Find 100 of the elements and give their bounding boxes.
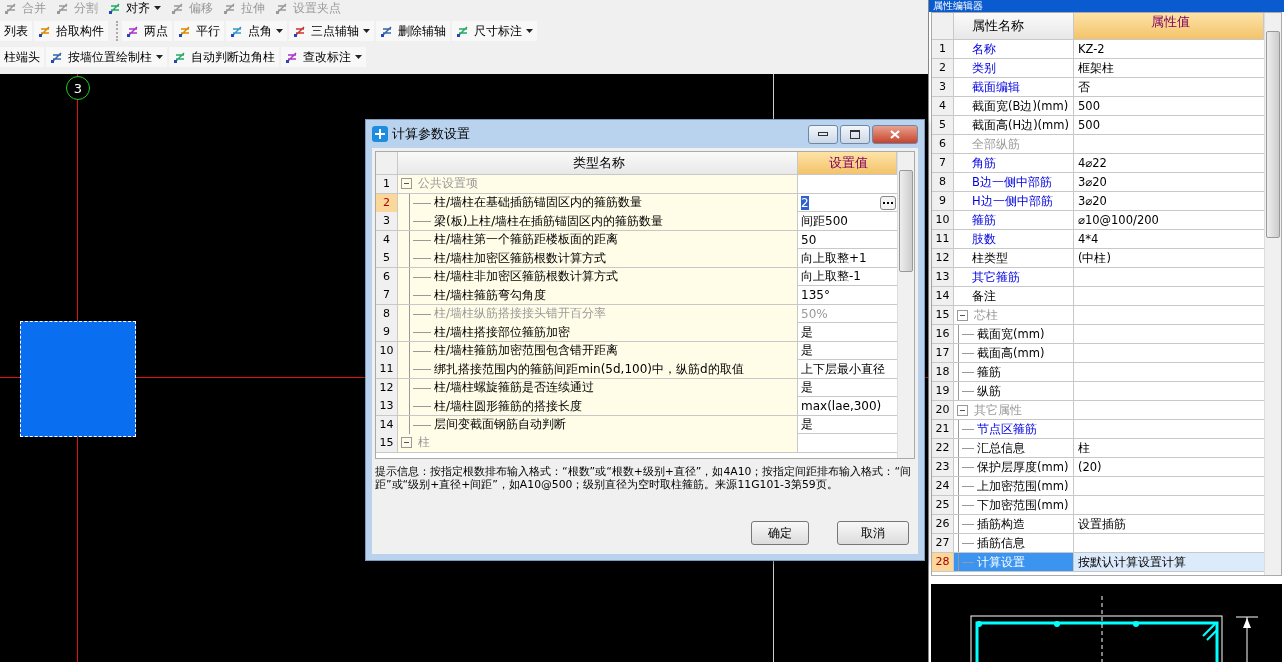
- property-name: 截面宽(mm): [977, 326, 1045, 342]
- setting-name: 柱/墙柱箍筋加密范围包含错开距离: [434, 342, 619, 359]
- property-name: 节点区箍筋: [977, 421, 1037, 437]
- toolbar-button[interactable]: 柱端头: [0, 47, 44, 67]
- tool-icon: [126, 24, 140, 38]
- setting-name: 柱/墙柱在基础插筋锚固区内的箍筋数量: [434, 194, 643, 211]
- property-name: 柱类型: [972, 250, 1008, 266]
- collapse-icon[interactable]: [401, 178, 412, 190]
- row-number: 1: [376, 175, 398, 193]
- row-number: 8: [932, 173, 954, 191]
- property-name: 截面编辑: [972, 79, 1020, 95]
- toolbar-button[interactable]: 尺寸标注: [452, 21, 537, 41]
- property-name: 截面宽(B边)(mm): [972, 98, 1069, 114]
- toolbar-button[interactable]: 三点辅轴: [289, 21, 374, 41]
- column-header[interactable]: 类型名称: [398, 152, 798, 174]
- row-number: 13: [376, 397, 398, 415]
- property-name: 上加密范围(mm): [977, 478, 1069, 494]
- tool-icon: [293, 24, 307, 38]
- dialog-button[interactable]: 取消: [837, 521, 909, 545]
- property-value[interactable]: 4*4: [1078, 232, 1099, 246]
- tool-icon: [178, 24, 192, 38]
- property-value[interactable]: (中柱): [1078, 251, 1111, 265]
- row-number: 6: [932, 135, 954, 153]
- row-number: 20: [932, 401, 954, 419]
- group-label: 公共设置项: [418, 175, 478, 193]
- caret-icon: [276, 29, 283, 33]
- property-value[interactable]: 框架柱: [1078, 61, 1114, 75]
- row-number: 18: [932, 363, 954, 381]
- row-number: 9: [932, 192, 954, 210]
- toolbar-button[interactable]: 对齐: [104, 0, 165, 16]
- toolbar-button[interactable]: 拾取构件: [34, 21, 108, 41]
- row-number: 15: [376, 434, 398, 452]
- row-number: 5: [932, 116, 954, 134]
- tool-icon: [275, 1, 289, 15]
- close-button[interactable]: [872, 124, 918, 144]
- toolbar-button[interactable]: 删除辅轴: [376, 21, 450, 41]
- dialog-button[interactable]: 确定: [751, 521, 809, 545]
- column-header[interactable]: 属性值: [1074, 13, 1264, 39]
- property-name: B边一侧中部筋: [972, 174, 1052, 190]
- property-value[interactable]: KZ-2: [1078, 42, 1105, 56]
- tool-icon: [108, 1, 122, 15]
- tool-icon: [380, 24, 394, 38]
- group-label: 芯柱: [974, 307, 998, 323]
- property-value[interactable]: 4⌀22: [1078, 156, 1107, 170]
- row-number: 27: [932, 534, 954, 552]
- toolbar-button[interactable]: 点角: [226, 21, 287, 41]
- property-value[interactable]: 3⌀20: [1078, 194, 1107, 208]
- setting-name: 柱/墙柱搭接部位箍筋加密: [434, 323, 571, 341]
- property-name: 类别: [972, 60, 996, 76]
- row-number: 11: [932, 230, 954, 248]
- panel-title: 属性编辑器: [929, 0, 1284, 12]
- property-name: 备注: [972, 288, 996, 304]
- collapse-icon[interactable]: [957, 309, 968, 321]
- toolbar-button[interactable]: 查改标注: [281, 47, 366, 67]
- property-value[interactable]: 500: [1078, 118, 1100, 132]
- column-header[interactable]: 属性名称: [954, 13, 1074, 39]
- row-number: 11: [376, 360, 398, 378]
- column-header[interactable]: 设置值: [798, 152, 897, 174]
- property-name: 插筋构造: [977, 516, 1025, 532]
- property-value[interactable]: ⌀10@100/200: [1078, 213, 1159, 227]
- scrollbar[interactable]: [1264, 13, 1281, 575]
- scrollbar[interactable]: [897, 152, 914, 458]
- row-number: 21: [932, 420, 954, 438]
- caret-icon: [156, 55, 163, 59]
- property-name: 下加密范围(mm): [977, 497, 1069, 513]
- setting-name: 柱/墙柱箍筋弯勾角度: [434, 286, 547, 304]
- tool-icon: [230, 24, 244, 38]
- row-number: 1: [932, 40, 954, 58]
- setting-name: 柱/墙柱加密区箍筋根数计算方式: [434, 249, 607, 267]
- tool-icon: [456, 24, 470, 38]
- column-shape[interactable]: [20, 321, 136, 437]
- property-value[interactable]: 否: [1078, 80, 1090, 94]
- maximize-button[interactable]: [840, 124, 870, 144]
- toolbar-button[interactable]: 平行: [174, 21, 224, 41]
- setting-name: 绑扎搭接范围内的箍筋间距min(5d,100)中，纵筋d的取值: [434, 360, 744, 378]
- caret-icon: [154, 6, 161, 10]
- minimize-button[interactable]: [808, 124, 838, 144]
- property-value[interactable]: 3⌀20: [1078, 175, 1107, 189]
- tool-icon: [223, 1, 237, 15]
- collapse-icon[interactable]: [401, 437, 412, 449]
- toolbar-button[interactable]: 按墙位置绘制柱: [46, 47, 167, 67]
- property-name: 箍筋: [977, 364, 1001, 380]
- caret-icon: [363, 29, 370, 33]
- row-number: 10: [932, 211, 954, 229]
- property-name: 汇总信息: [977, 440, 1025, 456]
- more-icon[interactable]: [880, 195, 896, 210]
- app-icon: [372, 126, 388, 142]
- row-number: 14: [932, 287, 954, 305]
- caret-icon: [526, 29, 533, 33]
- toolbar-button[interactable]: 列表: [0, 21, 32, 41]
- row-number: 23: [932, 458, 954, 476]
- setting-name: 层间变截面钢筋自动判断: [434, 416, 566, 433]
- row-number: 22: [932, 439, 954, 457]
- property-name: 截面高(mm): [977, 345, 1045, 361]
- collapse-icon[interactable]: [957, 404, 968, 416]
- property-name: 肢数: [972, 231, 996, 247]
- toolbar-button[interactable]: 自动判断边角柱: [169, 47, 279, 67]
- property-name: 保护层厚度(mm): [977, 459, 1069, 475]
- property-value[interactable]: 500: [1078, 99, 1100, 113]
- toolbar-button[interactable]: 两点: [122, 21, 172, 41]
